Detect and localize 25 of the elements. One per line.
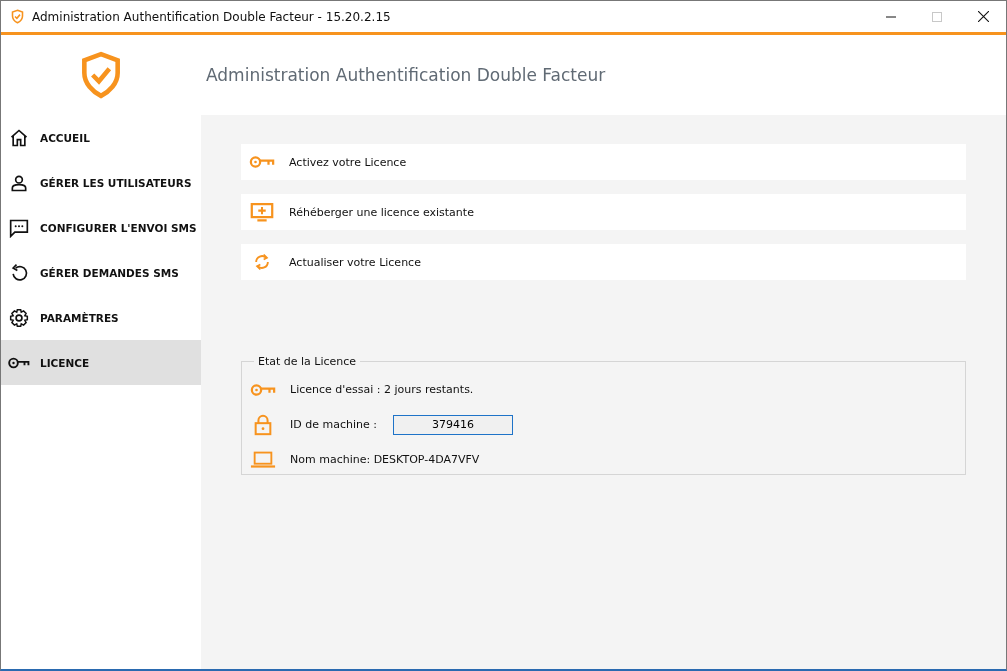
panel-title: Etat de la Licence xyxy=(257,355,358,368)
app-title: Administration Authentification Double Facteur xyxy=(206,65,606,85)
home-icon xyxy=(8,127,30,148)
status-text: Licence d'essai : 2 jours restants. xyxy=(290,383,474,396)
action-button[interactable]: Activez votre Licence xyxy=(241,144,966,180)
settings-icon xyxy=(8,307,30,328)
sidebar-item[interactable]: PARAMÈTRES xyxy=(1,295,201,340)
shield-check-icon xyxy=(10,9,25,24)
window-title: Administration Authentification Double Facteur - 15.20.2.15 xyxy=(32,9,391,24)
close-icon xyxy=(977,11,989,22)
laptop-icon xyxy=(250,449,276,470)
status-text: ID de machine : xyxy=(290,418,377,431)
sidebar-item[interactable]: GÉRER LES UTILISATEURS xyxy=(1,160,201,205)
sidebar-item[interactable]: ACCUEIL xyxy=(1,115,201,160)
chat-icon xyxy=(8,217,30,238)
lock-icon xyxy=(253,413,273,436)
action-button[interactable]: Réhéberger une licence existante xyxy=(241,194,966,230)
sidebar-item[interactable]: LICENCE xyxy=(1,340,201,385)
status-text: Nom machine: DESKTOP-4DA7VFV xyxy=(290,453,480,466)
sidebar-item[interactable]: CONFIGURER L'ENVOI SMS xyxy=(1,205,201,250)
action-button[interactable]: Actualiser votre Licence xyxy=(241,244,966,280)
monitor-plus-icon xyxy=(249,202,275,222)
sidebar-item[interactable]: GÉRER DEMANDES SMS xyxy=(1,250,201,295)
machine-id-field[interactable]: 379416 xyxy=(392,414,513,435)
maximize-icon xyxy=(932,11,942,22)
